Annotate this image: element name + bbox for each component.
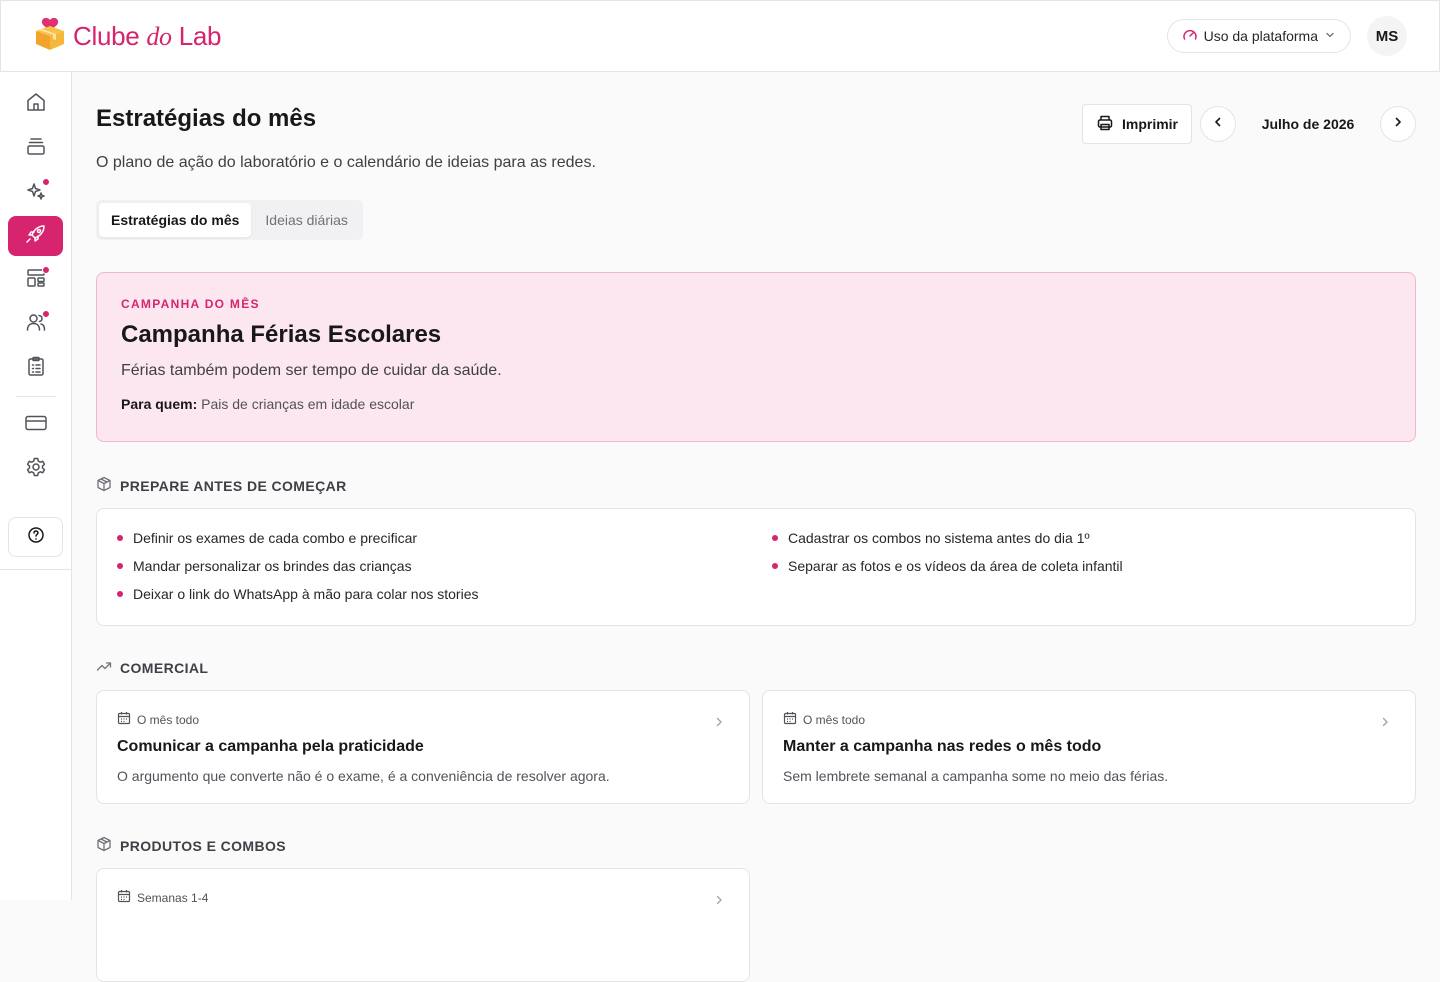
- brand-name: Clube do Lab: [73, 20, 222, 51]
- section-heading-prepare: PREPARE ANTES DE COMEÇAR: [96, 476, 347, 495]
- list-item: Deixar o link do WhatsApp à mão para col…: [117, 586, 479, 602]
- card-meta: Semanas 1-4: [117, 889, 729, 906]
- header-actions: Imprimir Julho de 2026: [1082, 104, 1416, 144]
- prepare-checklist-card: Definir os exames de cada combo e precif…: [96, 508, 1416, 626]
- list-item: Definir os exames de cada combo e precif…: [117, 530, 417, 546]
- sidebar-item-billing[interactable]: [8, 405, 63, 445]
- user-avatar[interactable]: MS: [1367, 16, 1407, 56]
- audience-label: Para quem:: [121, 396, 198, 412]
- help-button[interactable]: [8, 517, 63, 557]
- home-icon: [25, 91, 47, 118]
- calendar-icon: [117, 711, 131, 728]
- package-icon: [96, 836, 112, 855]
- sidebar: [0, 72, 72, 900]
- strategy-card[interactable]: O mês todo Comunicar a campanha pela pra…: [96, 690, 750, 804]
- sidebar-item-settings[interactable]: [8, 449, 63, 489]
- card-description: O argumento que converte não é o exame, …: [117, 768, 610, 784]
- list-item: Separar as fotos e os vídeos da área de …: [772, 558, 1123, 574]
- current-month-label: Julho de 2026: [1261, 116, 1355, 132]
- section-heading-products: PRODUTOS E COMBOS: [96, 836, 286, 855]
- campaign-card: CAMPANHA DO MÊS Campanha Férias Escolare…: [96, 272, 1416, 442]
- clipboard-icon: [25, 355, 47, 382]
- chevron-right-icon: [713, 893, 725, 911]
- rocket-icon: [24, 222, 48, 251]
- chevron-down-icon: [1324, 28, 1336, 44]
- print-label: Imprimir: [1121, 116, 1178, 132]
- sidebar-bottom-divider: [0, 569, 72, 570]
- bullet: [117, 591, 123, 597]
- sidebar-item-checklist[interactable]: [8, 348, 63, 388]
- strategy-card[interactable]: Semanas 1-4: [96, 868, 750, 982]
- card-meta: O mês todo: [783, 711, 1395, 728]
- next-month-button[interactable]: [1380, 106, 1416, 142]
- chevron-left-icon: [1211, 115, 1225, 134]
- calendar-icon: [117, 889, 131, 906]
- card-meta: O mês todo: [117, 711, 729, 728]
- campaign-title: Campanha Férias Escolares: [121, 321, 442, 348]
- list-item: Cadastrar os combos no sistema antes do …: [772, 530, 1090, 546]
- brand-logo[interactable]: Clube do Lab: [33, 17, 221, 56]
- trending-up-icon: [96, 658, 112, 677]
- sidebar-divider: [16, 396, 56, 397]
- gift-heart-icon: [33, 17, 67, 56]
- layers-icon: [25, 135, 47, 162]
- card-description: Sem lembrete semanal a campanha some no …: [783, 768, 1169, 784]
- campaign-kicker: CAMPANHA DO MÊS: [121, 297, 260, 311]
- campaign-tagline: Férias também podem ser tempo de cuidar …: [121, 362, 502, 379]
- bullet: [772, 563, 778, 569]
- notification-dot: [42, 178, 50, 186]
- tab-monthly-strategies[interactable]: Estratégias do mês: [99, 203, 252, 237]
- platform-usage-button[interactable]: Uso da plataforma: [1166, 19, 1351, 53]
- strategy-card[interactable]: O mês todo Manter a campanha nas redes o…: [762, 690, 1416, 804]
- notification-dot: [42, 310, 50, 318]
- help-circle-icon: [27, 526, 45, 549]
- credit-card-icon: [24, 412, 48, 439]
- view-tabs: Estratégias do mês Ideias diárias: [96, 200, 363, 240]
- chevron-right-icon: [713, 715, 725, 733]
- top-bar: Clube do Lab Uso da plataforma MS: [0, 0, 1440, 72]
- tab-daily-ideas[interactable]: Ideias diárias: [253, 203, 360, 237]
- page-title: Estratégias do mês: [96, 105, 317, 132]
- section-heading-comercial: COMERCIAL: [96, 658, 208, 677]
- sidebar-item-clients[interactable]: [8, 304, 63, 344]
- audience-value: Pais de crianças em idade escolar: [197, 396, 415, 412]
- package-icon: [96, 476, 112, 495]
- page-subtitle: O plano de ação do laboratório e o calen…: [96, 154, 596, 171]
- platform-usage-label: Uso da plataforma: [1203, 28, 1318, 44]
- gear-icon: [25, 456, 47, 483]
- sidebar-item-home[interactable]: [8, 84, 63, 124]
- sidebar-item-ideas[interactable]: [8, 172, 63, 212]
- chevron-right-icon: [1391, 115, 1405, 134]
- print-button[interactable]: Imprimir: [1082, 104, 1192, 144]
- calendar-icon: [783, 711, 797, 728]
- bullet: [772, 535, 778, 541]
- sidebar-item-layers[interactable]: [8, 128, 63, 168]
- sidebar-item-dashboard[interactable]: [8, 260, 63, 300]
- card-title: Manter a campanha nas redes o mês todo: [783, 738, 1102, 755]
- gauge-icon: [1182, 27, 1198, 46]
- previous-month-button[interactable]: [1200, 106, 1236, 142]
- list-item: Mandar personalizar os brindes das crian…: [117, 558, 412, 574]
- card-title: Comunicar a campanha pela praticidade: [117, 738, 424, 755]
- sidebar-item-strategies[interactable]: [8, 216, 63, 256]
- chevron-right-icon: [1379, 715, 1391, 733]
- bullet: [117, 563, 123, 569]
- notification-dot: [42, 266, 50, 274]
- bullet: [117, 535, 123, 541]
- printer-icon: [1096, 114, 1114, 135]
- campaign-audience: Para quem: Pais de crianças em idade esc…: [121, 396, 1391, 412]
